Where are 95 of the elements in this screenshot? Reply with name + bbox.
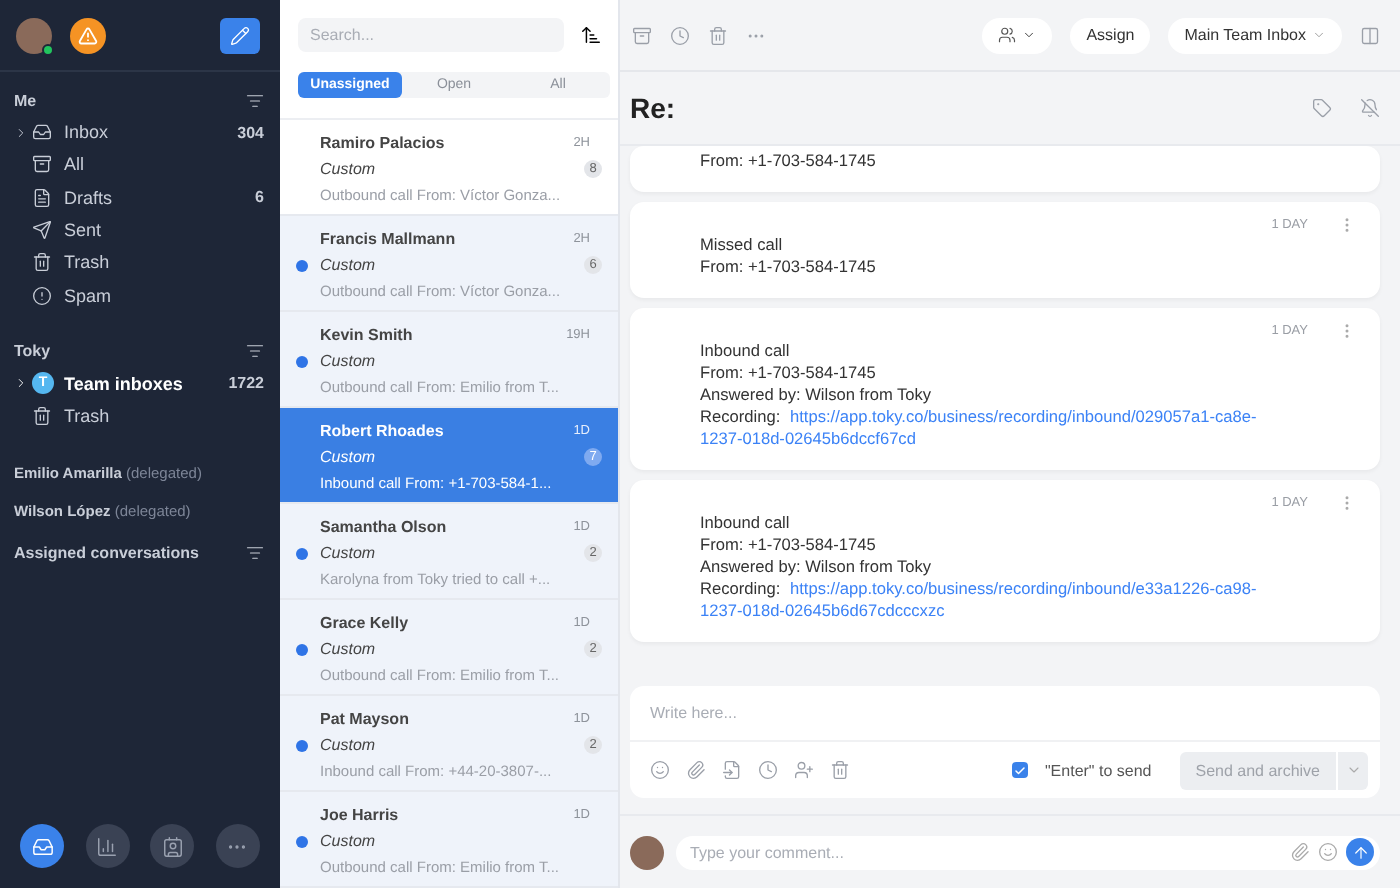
tag-label: Custom	[320, 160, 376, 178]
compose-button[interactable]	[220, 17, 260, 53]
clock-icon	[758, 760, 778, 780]
search-field[interactable]: Search...	[298, 18, 564, 52]
recording-line[interactable]: Recording: https://app.toky.co/business/recording/inbound/029057a1-ca8e-1237-018d-02645b6dccf67cd	[700, 406, 1280, 450]
paperclip-icon	[686, 760, 706, 780]
contact-name: Robert Rhoades	[320, 422, 444, 440]
sort-icon	[580, 24, 602, 46]
emoji-icon	[650, 760, 670, 780]
bar-chart-icon	[96, 835, 119, 857]
message-input[interactable]: Write here...	[650, 704, 1360, 722]
checkbox-label: "Enter" to send	[1044, 761, 1152, 779]
comment-input[interactable]: Type your comment...	[690, 843, 1282, 861]
trash-icon	[708, 25, 728, 45]
section-title: Assigned conversations	[14, 543, 199, 562]
section-title: Me	[14, 91, 37, 109]
assign-button[interactable]: Assign	[1070, 17, 1151, 53]
sidebar-item[interactable]: Inbox 304	[0, 116, 280, 149]
inbox-dropdown[interactable]: Main Team Inbox	[1168, 17, 1342, 53]
message-line: Inbound call	[700, 512, 792, 534]
tag-label: Custom	[320, 256, 376, 274]
contact-name: Francis Mallmann	[320, 230, 456, 248]
emoji-icon	[1318, 842, 1338, 862]
sidebar-item[interactable]: All	[0, 148, 280, 182]
tag-label: Custom	[320, 544, 376, 562]
item-count: 6	[255, 188, 264, 207]
message-line: From: +1-703-584-1745	[700, 256, 878, 278]
item-count: 304	[237, 123, 264, 142]
contact-name: Ramiro Palacios	[320, 134, 445, 152]
contact-card-icon	[161, 835, 184, 857]
sidebar-item[interactable]: Spam	[0, 278, 280, 312]
comment-field[interactable]: Type your comment...	[676, 835, 1380, 869]
message-field[interactable]: Write here...	[630, 686, 1380, 742]
caret-icon	[1312, 28, 1326, 42]
document-icon	[32, 187, 52, 208]
recording-line[interactable]: Recording: https://app.toky.co/business/recording/inbound/e33a1226-ca98-1237-018d-02645b6d67cdcccxzc	[700, 578, 1280, 622]
expand-chevron-icon	[14, 125, 28, 140]
send-icon	[32, 220, 52, 241]
message-line: From: +1-703-584-1745	[700, 534, 878, 556]
tag-label: Custom	[320, 736, 376, 754]
message-line: From: +1-703-584-1745	[700, 150, 878, 172]
tag-label: Custom	[320, 352, 376, 370]
sidebar-item[interactable]: Sent	[0, 213, 280, 247]
assignee-dropdown[interactable]	[982, 17, 1053, 53]
expand-chevron-icon	[14, 376, 28, 391]
contact-card-button[interactable]	[150, 824, 195, 868]
filter-icon	[246, 342, 264, 361]
contact-name: Kevin Smith	[320, 326, 413, 344]
archive-icon	[632, 25, 652, 45]
contact-name: Pat Mayson	[320, 710, 409, 728]
bell-off-icon	[1360, 98, 1380, 118]
alert-icon	[32, 285, 52, 306]
caret-icon	[1345, 762, 1361, 778]
template-icon	[722, 760, 742, 780]
conversation-title: Re:	[630, 92, 678, 124]
inbox-button[interactable]	[20, 824, 64, 868]
message-line: Answered by: Wilson from Toky	[700, 384, 934, 406]
pencil-icon	[230, 25, 250, 45]
bar-chart-button[interactable]	[85, 824, 130, 868]
tag-icon	[1312, 98, 1332, 118]
users-icon	[998, 26, 1017, 44]
inbox-icon	[31, 835, 53, 857]
message-line: Inbound call	[700, 340, 792, 362]
tag-label: Custom	[320, 832, 376, 850]
sidebar-item[interactable]: Trash	[0, 400, 280, 433]
trash-icon	[830, 760, 850, 780]
sidebar-item[interactable]: Trash	[0, 246, 280, 279]
message-line: Missed call	[700, 234, 785, 256]
caret-icon	[1022, 28, 1037, 42]
user-avatar[interactable]	[16, 17, 52, 53]
trash-icon	[32, 406, 52, 427]
archive-icon	[32, 154, 52, 175]
paperclip-icon	[1290, 842, 1310, 862]
message-line: From: +1-703-584-1745	[700, 362, 878, 384]
item-count: 1722	[228, 374, 264, 393]
trash-icon	[32, 252, 52, 273]
tag-label: Custom	[320, 640, 376, 658]
filter-icon	[246, 543, 264, 562]
warning-icon[interactable]	[70, 17, 106, 53]
contact-name: Samantha Olson	[320, 518, 447, 536]
contact-name: Joe Harris	[320, 806, 399, 824]
panel-icon	[1360, 25, 1380, 45]
enter-to-send-checkbox[interactable]	[1012, 762, 1029, 778]
section-title: Toky	[14, 342, 51, 361]
sidebar-item[interactable]: Drafts 6	[0, 181, 280, 214]
tag-label: Custom	[320, 448, 376, 466]
filter-icon	[246, 91, 264, 109]
contact-name: Grace Kelly	[320, 614, 409, 632]
clock-icon	[670, 25, 690, 45]
inbox-icon	[32, 122, 52, 143]
add-user-icon	[794, 760, 814, 780]
send-comment-button[interactable]	[1346, 838, 1374, 866]
user-avatar	[630, 835, 664, 869]
arrow-up-icon	[1351, 843, 1369, 861]
message-line: Answered by: Wilson from Toky	[700, 556, 934, 578]
